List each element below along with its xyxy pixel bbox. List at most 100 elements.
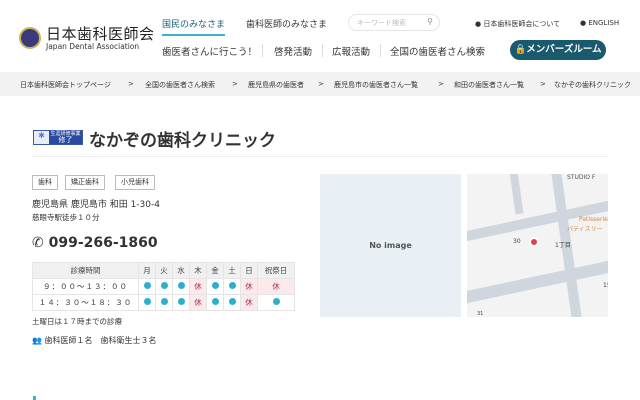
- specialty-tag: 小児歯科: [115, 175, 155, 190]
- closed-cell: 休: [240, 294, 258, 311]
- clinic-address: 鹿児島県 鹿児島市 和田 1-30-4: [32, 200, 160, 210]
- day-header: 土: [223, 262, 241, 279]
- hours-header: 診療時間: [32, 262, 139, 279]
- day-header: 月: [138, 262, 156, 279]
- open-dot-icon: [206, 294, 224, 311]
- breadcrumb-current: なかぞの歯科クリニック: [554, 81, 631, 89]
- closed-cell: 休: [257, 278, 295, 295]
- hours-note: 土曜日は１７時までの診療: [32, 317, 122, 326]
- map-label: 30: [513, 238, 521, 245]
- map-label: 15: [603, 282, 608, 289]
- nav-dentists[interactable]: 歯科医師のみなさま: [246, 17, 327, 30]
- clinic-phone[interactable]: ✆ 099-266-1860: [32, 235, 158, 251]
- map-road: [508, 174, 524, 215]
- breadcrumb-item[interactable]: 鹿児島市の歯医者さん一覧: [334, 80, 418, 90]
- clinic-access: 慈眼寺駅徒歩１０分: [32, 213, 100, 222]
- phone-number: 099-266-1860: [48, 235, 158, 251]
- open-dot-icon: [272, 298, 280, 305]
- about-label: 日本歯科医師会について: [483, 20, 561, 28]
- map-label: 31: [477, 311, 484, 317]
- open-dot-icon: [177, 282, 185, 289]
- breadcrumb-sep: >: [438, 80, 444, 88]
- nav-awareness[interactable]: 啓発活動: [274, 44, 312, 58]
- day-header: 祝祭日: [257, 262, 295, 279]
- staff-text: 歯科医師１名 歯科衛生士３名: [44, 336, 157, 345]
- specialty-tag: 矯正歯科: [65, 175, 105, 190]
- phone-icon: ✆: [32, 235, 44, 251]
- search-icon[interactable]: ⚲: [427, 17, 433, 26]
- clinic-photo-placeholder: No image: [320, 174, 461, 317]
- divider: [322, 44, 323, 57]
- nav-dentist-search[interactable]: 全国の歯医者さん検索: [390, 44, 485, 58]
- english-link[interactable]: ● ENGLISH: [580, 19, 619, 27]
- open-dot-icon: [172, 294, 190, 311]
- breadcrumb-sep: >: [232, 80, 238, 88]
- open-dot-icon: [143, 282, 151, 289]
- jda-logo-icon[interactable]: [19, 27, 41, 49]
- section-heading-marker: [33, 396, 36, 400]
- people-icon: 👥: [32, 336, 42, 345]
- members-room-button[interactable]: 🔒メンバーズルーム: [510, 40, 606, 60]
- open-dot-icon: [155, 294, 173, 311]
- open-dot-icon: [138, 278, 156, 295]
- map-label: STUDIO F: [567, 174, 596, 181]
- open-dot-icon: [228, 282, 236, 289]
- map-label: パティスリー: [567, 226, 603, 233]
- divider: [262, 44, 263, 57]
- open-dot-icon: [143, 298, 151, 305]
- open-dot-icon: [138, 294, 156, 311]
- closed-cell: 休: [240, 278, 258, 295]
- day-header: 木: [189, 262, 207, 279]
- map-road: [467, 253, 608, 307]
- open-dot-icon: [223, 294, 241, 311]
- map-label: Patisserie: [579, 216, 608, 223]
- day-header: 日: [240, 262, 258, 279]
- nav-visit-dentist[interactable]: 歯医者さんに行こう！: [162, 44, 257, 58]
- breadcrumb-item[interactable]: 全国の歯医者さん検索: [145, 80, 215, 90]
- open-dot-icon: [177, 298, 185, 305]
- logo-text[interactable]: 日本歯科医師会: [46, 23, 155, 44]
- specialty-tag: 歯科: [32, 175, 58, 190]
- breadcrumb-item[interactable]: 鹿児島県の歯医者: [248, 80, 304, 90]
- breadcrumb-sep: >: [540, 80, 546, 88]
- search-placeholder: キーワード検索: [357, 19, 406, 27]
- map[interactable]: STUDIO F Patisserie パティスリー 30 1丁目 31 15: [467, 174, 608, 317]
- hours-table: 診療時間月火水木金土日祝祭日 ９：００～１３：００ 休休休 １４：３０～１８：３０…: [32, 262, 295, 311]
- breadcrumb-item[interactable]: 日本歯科医師会トップページ: [20, 80, 111, 90]
- open-dot-icon: [228, 298, 236, 305]
- divider: [32, 156, 608, 157]
- nav-citizens[interactable]: 国民のみなさま: [162, 17, 226, 36]
- clinic-name: なかぞの歯科クリニック: [89, 131, 276, 151]
- lock-icon: 🔒: [514, 44, 527, 55]
- open-dot-icon: [257, 294, 295, 311]
- breadcrumb-sep: >: [128, 80, 134, 88]
- divider: [380, 44, 381, 57]
- map-pin-icon[interactable]: [529, 237, 539, 247]
- training-completed-badge: ✱ 生涯研修事業 修了: [33, 130, 83, 145]
- breadcrumb-item[interactable]: 和田の歯医者さん一覧: [454, 80, 524, 90]
- nav-pr[interactable]: 広報活動: [332, 44, 370, 58]
- hours-time: ９：００～１３：００: [32, 278, 139, 295]
- map-label: 1丁目: [555, 242, 571, 249]
- closed-cell: 休: [189, 294, 207, 311]
- about-link[interactable]: ● 日本歯科医師会について: [475, 19, 560, 29]
- open-dot-icon: [155, 278, 173, 295]
- badge-emblem-icon: ✱: [34, 131, 49, 144]
- member-label: メンバーズルーム: [526, 44, 602, 55]
- breadcrumb-sep: >: [318, 80, 324, 88]
- open-dot-icon: [223, 278, 241, 295]
- open-dot-icon: [211, 282, 219, 289]
- logo-subtext: Japan Dental Association: [46, 42, 140, 51]
- open-dot-icon: [160, 282, 168, 289]
- closed-cell: 休: [189, 278, 207, 295]
- search-input[interactable]: キーワード検索 ⚲: [348, 14, 440, 31]
- open-dot-icon: [211, 298, 219, 305]
- badge-main-text: 修了: [58, 136, 73, 144]
- open-dot-icon: [206, 278, 224, 295]
- open-dot-icon: [172, 278, 190, 295]
- day-header: 水: [172, 262, 190, 279]
- day-header: 火: [155, 262, 173, 279]
- english-label: ENGLISH: [588, 19, 620, 27]
- hours-time: １４：３０～１８：３０: [32, 294, 139, 311]
- day-header: 金: [206, 262, 224, 279]
